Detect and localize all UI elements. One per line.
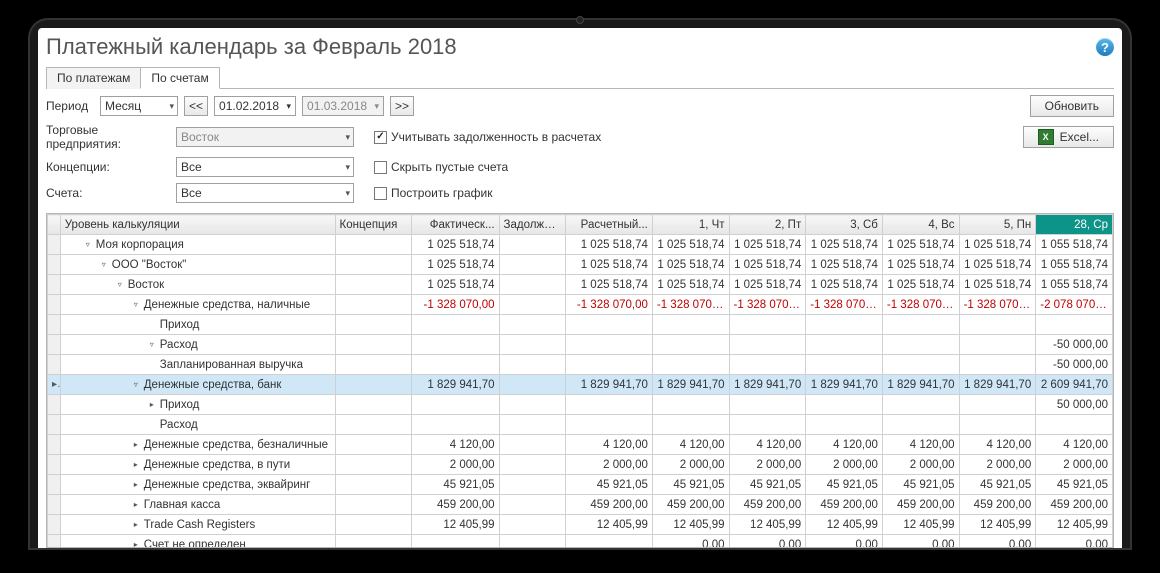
tab-accounts[interactable]: По счетам	[140, 67, 219, 89]
header-row: Уровень калькуляции Концепция Фактическ.…	[48, 215, 1113, 235]
row-label: Денежные средства, в пути	[144, 459, 290, 471]
table-row[interactable]: ▿Денежные средства, наличные-1 328 070,0…	[48, 295, 1113, 315]
checkbox-hide-empty[interactable]: Скрыть пустые счета	[374, 160, 508, 174]
row-label: Денежные средства, банк	[144, 379, 282, 391]
date-to-input[interactable]: 01.03.2018▾	[302, 96, 384, 116]
expander-icon[interactable]: ▿	[99, 260, 109, 270]
col-debt[interactable]: Задолжен...	[499, 215, 565, 235]
table-row[interactable]: ▸Trade Cash Registers12 405,9912 405,991…	[48, 515, 1113, 535]
row-label: Расход	[160, 419, 198, 431]
table-row[interactable]: ▿Восток1 025 518,741 025 518,741 025 518…	[48, 275, 1113, 295]
checkbox-icon	[374, 161, 387, 174]
table-row[interactable]: ▸Денежные средства, в пути2 000,002 000,…	[48, 455, 1113, 475]
expander-icon	[147, 360, 157, 370]
page-title: Платежный календарь за Февраль 2018	[46, 34, 457, 60]
row-label: Главная касса	[144, 499, 221, 511]
expander-icon	[147, 320, 157, 330]
expander-icon[interactable]: ▸	[131, 520, 141, 530]
expander-icon[interactable]: ▿	[147, 340, 157, 350]
col-day-28[interactable]: 28, Ср	[1036, 215, 1113, 235]
row-label: Расход	[160, 339, 198, 351]
row-label: Приход	[160, 399, 200, 411]
expander-icon[interactable]: ▸	[147, 400, 157, 410]
table-row[interactable]: ▸Денежные средства, эквайринг45 921,0545…	[48, 475, 1113, 495]
row-label: Моя корпорация	[96, 239, 184, 251]
col-fact[interactable]: Фактическ...	[412, 215, 499, 235]
expander-icon	[147, 420, 157, 430]
expander-icon[interactable]: ▿	[115, 280, 125, 290]
table-row[interactable]: ▸Главная касса459 200,00459 200,00459 20…	[48, 495, 1113, 515]
col-day-4[interactable]: 4, Вс	[882, 215, 959, 235]
table-row[interactable]: ▸▿Денежные средства, банк1 829 941,701 8…	[48, 375, 1113, 395]
table-row[interactable]: ▿Моя корпорация1 025 518,741 025 518,741…	[48, 235, 1113, 255]
excel-icon: X	[1038, 129, 1054, 145]
checkbox-icon	[374, 131, 387, 144]
table-row[interactable]: Расход	[48, 415, 1113, 435]
row-label: Запланированная выручка	[160, 359, 303, 371]
row-label: Восток	[128, 279, 164, 291]
col-day-3[interactable]: 3, Сб	[806, 215, 883, 235]
checkbox-icon	[374, 187, 387, 200]
data-grid[interactable]: Уровень калькуляции Концепция Фактическ.…	[46, 213, 1114, 548]
table-row[interactable]: ▿ООО "Восток"1 025 518,741 025 518,741 0…	[48, 255, 1113, 275]
expander-icon[interactable]: ▸	[131, 460, 141, 470]
expander-icon[interactable]: ▿	[83, 240, 93, 250]
row-label: Денежные средства, наличные	[144, 299, 310, 311]
concept-select[interactable]: Все	[176, 157, 354, 177]
expander-icon[interactable]: ▸	[131, 480, 141, 490]
table-row[interactable]: ▸Счет не определен0,000,000,000,000,000,…	[48, 535, 1113, 549]
col-day-2[interactable]: 2, Пт	[729, 215, 806, 235]
next-period-button[interactable]: >>	[390, 96, 414, 116]
expander-icon[interactable]: ▸	[131, 500, 141, 510]
col-day-1[interactable]: 1, Чт	[652, 215, 729, 235]
row-label: ООО "Восток"	[112, 259, 187, 271]
col-calc[interactable]: Расчетный...	[565, 215, 652, 235]
refresh-button[interactable]: Обновить	[1030, 95, 1114, 117]
period-label: Период	[46, 99, 94, 113]
camera-icon	[576, 16, 584, 24]
col-tree[interactable]: Уровень калькуляции	[60, 215, 335, 235]
excel-button[interactable]: X Excel...	[1023, 126, 1114, 148]
expander-icon[interactable]: ▸	[131, 540, 141, 549]
row-label: Приход	[160, 319, 200, 331]
accounts-select[interactable]: Все	[176, 183, 354, 203]
tab-payments[interactable]: По платежам	[46, 67, 141, 89]
expander-icon[interactable]: ▿	[131, 300, 141, 310]
table-row[interactable]: ▸Денежные средства, безналичные4 120,004…	[48, 435, 1113, 455]
date-from-input[interactable]: 01.02.2018▾	[214, 96, 296, 116]
row-label: Trade Cash Registers	[144, 519, 255, 531]
col-day-5[interactable]: 5, Пн	[959, 215, 1036, 235]
help-icon[interactable]: ?	[1096, 38, 1114, 56]
table-row[interactable]: Приход	[48, 315, 1113, 335]
view-tabs: По платежам По счетам	[46, 66, 1114, 89]
row-label: Счет не определен	[144, 539, 246, 549]
table-row[interactable]: Запланированная выручка-50 000,00	[48, 355, 1113, 375]
row-label: Денежные средства, безналичные	[144, 439, 328, 451]
checkbox-debt[interactable]: Учитывать задолженность в расчетах	[374, 130, 601, 144]
col-concept[interactable]: Концепция	[335, 215, 412, 235]
prev-period-button[interactable]: <<	[184, 96, 208, 116]
table-row[interactable]: ▿Расход-50 000,00	[48, 335, 1113, 355]
expander-icon[interactable]: ▿	[131, 380, 141, 390]
row-label: Денежные средства, эквайринг	[144, 479, 311, 491]
accounts-label: Счета:	[46, 186, 170, 200]
concept-label: Концепции:	[46, 160, 170, 174]
period-select[interactable]: Месяц	[100, 96, 178, 116]
company-label: Торговые предприятия:	[46, 123, 170, 151]
expander-icon[interactable]: ▸	[131, 440, 141, 450]
table-row[interactable]: ▸Приход50 000,00	[48, 395, 1113, 415]
company-select[interactable]: Восток	[176, 127, 354, 147]
checkbox-chart[interactable]: Построить график	[374, 186, 492, 200]
